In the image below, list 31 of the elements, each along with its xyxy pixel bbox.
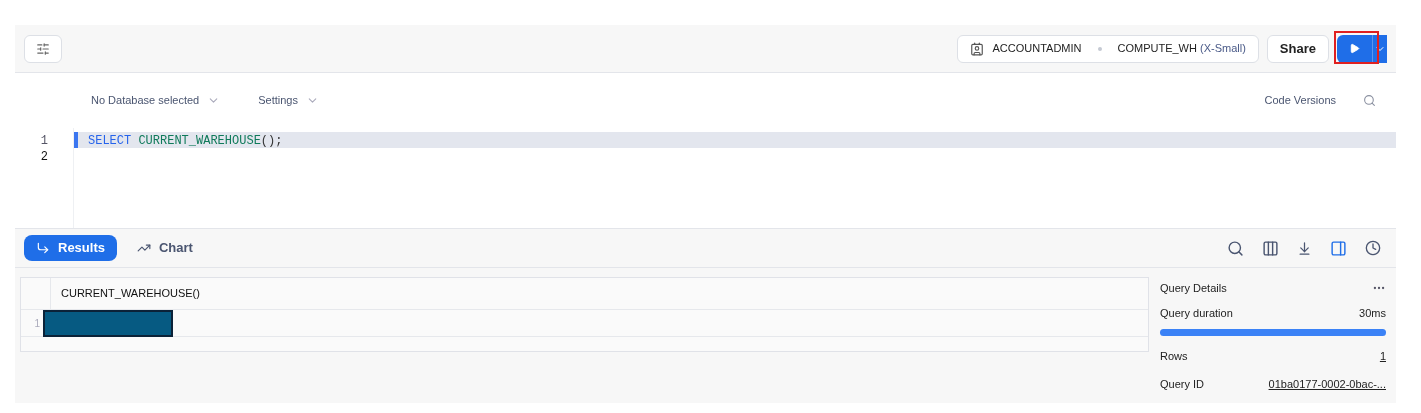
details-title: Query Details: [1160, 280, 1227, 296]
return-arrow-icon: [36, 241, 50, 255]
duration-value: 30ms: [1359, 306, 1386, 321]
rows-link[interactable]: 1: [1379, 347, 1386, 364]
query-id-link[interactable]: 01ba0177-0002-0bac-...: [1268, 376, 1386, 393]
play-icon: [1349, 43, 1360, 54]
line-number: 2: [40, 149, 48, 164]
context-selector[interactable]: ACCOUNTADMIN COMPUTE_WH (X-Small): [957, 34, 1259, 63]
panel-icon[interactable]: [1330, 239, 1347, 257]
column-header: CURRENT_WAREHOUSE(): [60, 286, 201, 302]
search-icon[interactable]: [1363, 94, 1376, 107]
share-button[interactable]: Share: [1266, 34, 1329, 63]
warehouse-label: COMPUTE_WH (X-Small): [1117, 41, 1246, 57]
query-id-label: Query ID: [1160, 377, 1204, 392]
badge-icon: [970, 41, 985, 56]
result-tab[interactable]: Results: [24, 235, 117, 261]
role-label: ACCOUNTADMIN: [992, 41, 1082, 57]
code-versions-button[interactable]: Code Versions: [1264, 92, 1336, 109]
download-icon[interactable]: [1297, 240, 1312, 256]
sliders-icon: [36, 41, 50, 56]
search-icon[interactable]: [1227, 239, 1244, 257]
line-number: 1: [40, 133, 48, 148]
result-tab[interactable]: Chart: [124, 235, 205, 261]
rows-label: Rows: [1160, 348, 1188, 364]
duration-label: Query duration: [1160, 306, 1233, 321]
history-icon[interactable]: [1365, 240, 1381, 256]
run-button[interactable]: [1337, 34, 1373, 63]
database-dropdown[interactable]: No Database selected: [91, 92, 221, 109]
row-number: 1: [34, 316, 40, 331]
columns-icon[interactable]: [1262, 239, 1279, 257]
settings-dropdown[interactable]: Settings: [258, 92, 319, 109]
